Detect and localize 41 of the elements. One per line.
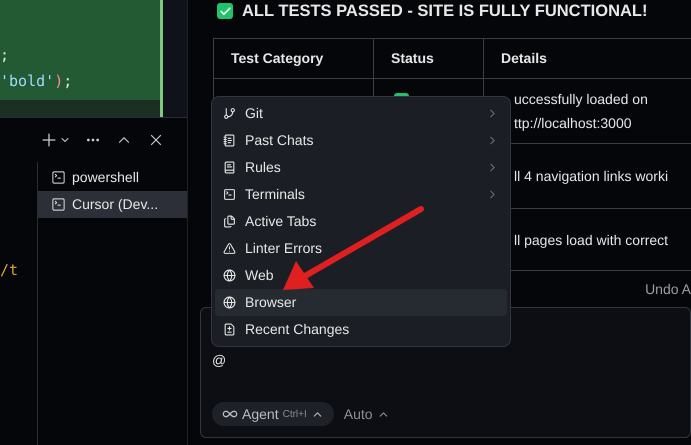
menu-item[interactable]: Terminals bbox=[215, 181, 507, 208]
column-header: Status bbox=[391, 49, 434, 68]
menu-item[interactable]: Recent Changes bbox=[215, 316, 507, 343]
menu-item[interactable]: Browser bbox=[215, 289, 507, 316]
menu-item[interactable]: Web bbox=[215, 262, 507, 289]
menu-item[interactable]: Past Chats bbox=[215, 127, 507, 154]
menu-item[interactable]: Active Tabs bbox=[215, 208, 507, 235]
terminal-tab[interactable]: Cursor (Dev... bbox=[38, 191, 187, 218]
rules-icon bbox=[223, 161, 236, 174]
code-token: ; bbox=[63, 71, 72, 92]
git-icon bbox=[223, 107, 236, 120]
chats-icon bbox=[223, 134, 236, 147]
code-token: ; bbox=[0, 45, 10, 66]
heading: ALL TESTS PASSED - SITE IS FULLY FUNCTIONAL! bbox=[242, 0, 648, 22]
menu-item[interactable]: Linter Errors bbox=[215, 235, 507, 262]
column-header: Test Category bbox=[231, 49, 324, 68]
terminal-output: /t bbox=[0, 260, 20, 280]
menu-item[interactable]: Git bbox=[215, 100, 507, 127]
tabs-icon bbox=[223, 215, 236, 228]
undo-all-button[interactable]: Undo A bbox=[645, 278, 691, 300]
globe-icon bbox=[223, 296, 236, 309]
horizontal-scrollbar[interactable] bbox=[0, 100, 160, 117]
agent-mode-button[interactable]: Agent Ctrl+I bbox=[212, 402, 334, 426]
terminal-icon bbox=[51, 170, 66, 185]
model-selector[interactable]: Auto bbox=[344, 404, 390, 424]
terminal-icon bbox=[223, 188, 236, 201]
warning-icon bbox=[223, 242, 236, 255]
column-header: Details bbox=[501, 49, 547, 68]
detail-text: uccessfully loaded on bbox=[514, 90, 649, 109]
input-field[interactable]: @ bbox=[212, 350, 226, 371]
check-icon bbox=[217, 3, 233, 19]
terminal-tab[interactable]: powershell bbox=[38, 164, 187, 191]
detail-text: ll 4 navigation links worki bbox=[514, 167, 670, 186]
diff-icon bbox=[223, 323, 236, 336]
globe-icon bbox=[223, 269, 236, 282]
detail-text: ll pages load with correct bbox=[514, 230, 670, 250]
terminal-icon bbox=[51, 197, 66, 212]
menu-item[interactable]: Rules bbox=[215, 154, 507, 181]
code-token: ) bbox=[54, 71, 64, 92]
detail-text: ttp://localhost:3000 bbox=[514, 114, 633, 133]
code-token: 'bold' bbox=[0, 71, 54, 92]
